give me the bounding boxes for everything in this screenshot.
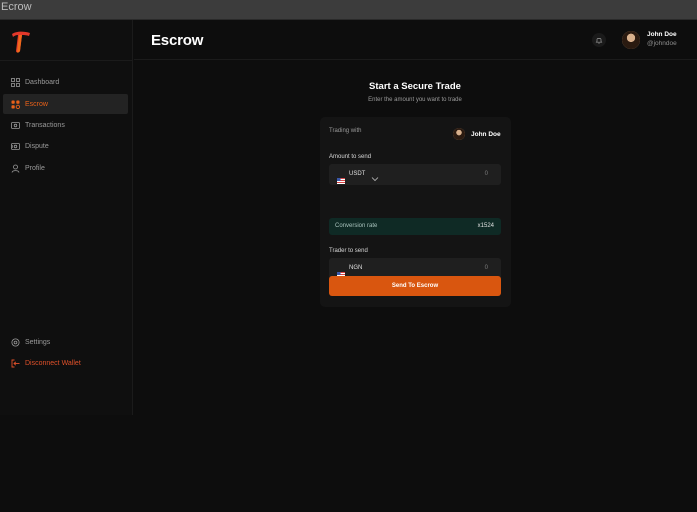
trader-currency-select[interactable]: NGN [349,265,362,271]
dispute-icon [11,142,20,151]
us-flag-icon [337,171,345,184]
dashboard-grid-icon [11,77,20,87]
profile-icon [11,164,20,173]
avatar-image [622,31,640,49]
amount-field[interactable]: USDT 0 [329,164,501,185]
conversion-rate: Conversion rate x1524 [329,218,501,235]
trading-with-label: Trading with [329,128,362,134]
trader-amount-input[interactable]: 0 [485,265,488,271]
page-title: Escrow [151,32,204,49]
window-title: Ecrow [1,1,32,13]
avatar[interactable] [622,31,640,49]
amount-currency-select[interactable]: USDT [349,171,365,177]
top-header: Escrow John Doe @johndoe [134,20,697,60]
sidebar-item-label: Dispute [25,142,49,150]
amount-label: Amount to send [329,154,372,160]
sidebar-item-profile[interactable]: Profile [3,158,128,178]
sidebar-item-settings[interactable]: Settings [3,332,128,352]
trade-title: Start a Secure Trade [369,81,461,92]
trader-label: Trader to send [329,248,368,254]
sidebar-item-dashboard[interactable]: Dashboard [3,72,128,92]
sidebar-item-label: Transactions [25,121,65,129]
sidebar-item-label: Dashboard [25,78,60,86]
sidebar-item-transactions[interactable]: Transactions [3,115,128,135]
settings-icon [11,338,20,347]
sidebar-item-label: Escrow [25,100,48,108]
sidebar-item-label: Disconnect Wallet [25,359,81,367]
avatar-image [453,128,465,140]
escrow-icon [11,100,20,109]
sidebar: Dashboard Escrow Transactions Dispute Pr [0,20,133,415]
sidebar-item-escrow[interactable]: Escrow [3,94,128,114]
transactions-icon [11,121,20,130]
window-titlebar: Ecrow [0,0,697,20]
trade-card: Trading with John Doe Amount to send USD… [320,117,511,307]
sidebar-item-disconnect-wallet[interactable]: Disconnect Wallet [3,353,128,373]
trading-with-avatar [453,128,465,140]
brand-logo-icon[interactable] [10,30,32,54]
trade-subtitle: Enter the amount you want to trade [368,97,462,103]
sidebar-divider [0,60,133,61]
user-name: John Doe [647,31,677,38]
disconnect-icon [11,359,20,368]
trading-with-user: John Doe [471,131,501,138]
send-to-escrow-button[interactable]: Send To Escrow [329,276,501,296]
amount-input[interactable]: 0 [485,171,488,177]
chevron-down-icon[interactable] [371,170,379,182]
sidebar-item-label: Settings [25,338,51,346]
conversion-rate-label: Conversion rate [335,223,378,229]
app-window: Dashboard Escrow Transactions Dispute Pr [0,20,697,512]
ng-flag-icon [337,265,345,278]
user-handle: @johndoe [647,40,677,47]
conversion-rate-value: x1524 [477,223,494,229]
notification-button[interactable] [592,33,606,47]
sidebar-item-dispute[interactable]: Dispute [3,136,128,156]
sidebar-item-label: Profile [25,164,45,172]
bell-icon [595,31,603,49]
